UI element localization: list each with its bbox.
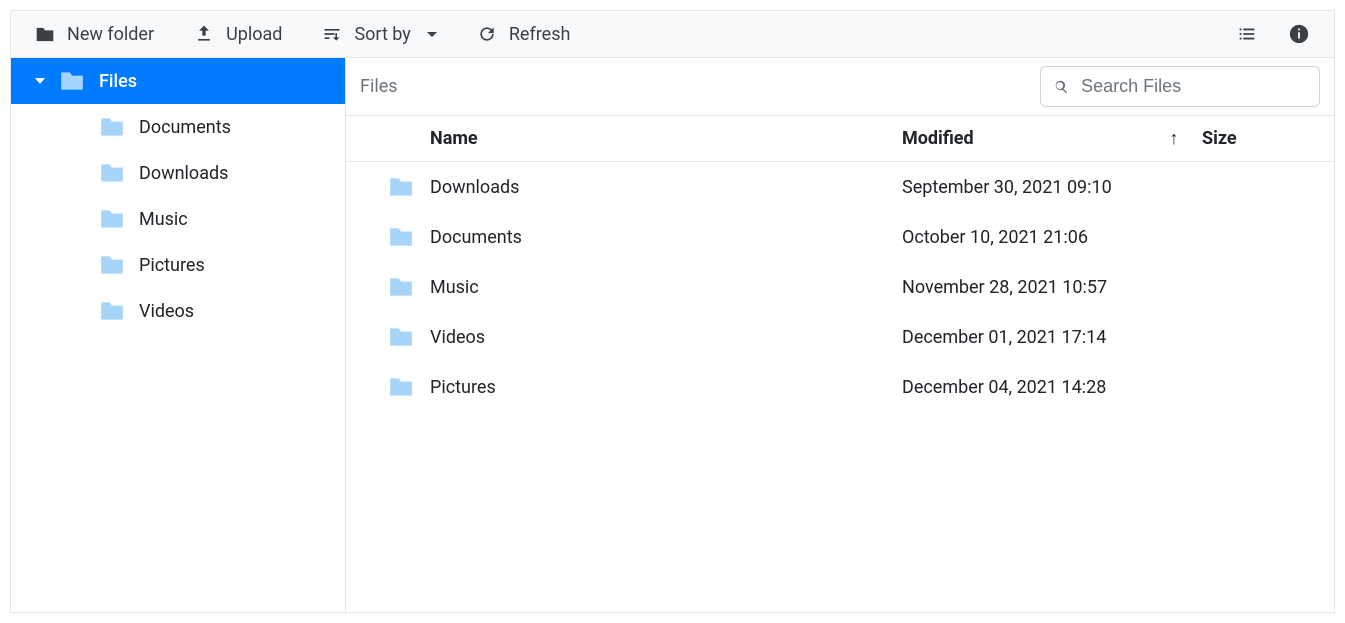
caret-down-icon — [35, 78, 45, 84]
refresh-label: Refresh — [509, 24, 571, 45]
column-name[interactable]: Name — [422, 116, 894, 162]
sort-by-label: Sort by — [354, 24, 410, 45]
toolbar: New folder Upload Sort by Refresh — [11, 11, 1334, 58]
folder-icon — [99, 254, 125, 276]
sidebar: Files Documents Downloads Music Pictures… — [11, 58, 346, 612]
folder-icon — [388, 376, 414, 398]
cell-modified: October 10, 2021 21:06 — [894, 212, 1154, 262]
upload-label: Upload — [226, 24, 282, 45]
tree-root-label: Files — [99, 71, 137, 92]
table-row[interactable]: Pictures December 04, 2021 14:28 — [346, 362, 1334, 412]
refresh-icon — [477, 24, 497, 44]
tree-item-label: Downloads — [139, 163, 228, 184]
table-row[interactable]: Music November 28, 2021 10:57 — [346, 262, 1334, 312]
cell-name: Music — [422, 262, 894, 312]
table-row[interactable]: Documents October 10, 2021 21:06 — [346, 212, 1334, 262]
arrow-up-icon: ↑ — [1170, 128, 1179, 149]
cell-name: Downloads — [422, 162, 894, 213]
column-size[interactable]: Size — [1194, 116, 1334, 162]
sort-icon — [322, 24, 342, 44]
cell-name: Documents — [422, 212, 894, 262]
folder-icon — [99, 162, 125, 184]
upload-button[interactable]: Upload — [194, 24, 282, 45]
search-box[interactable] — [1040, 66, 1320, 107]
sort-indicator[interactable]: ↑ — [1154, 116, 1194, 162]
table-row[interactable]: Downloads September 30, 2021 09:10 — [346, 162, 1334, 213]
info-button[interactable] — [1288, 23, 1310, 45]
breadcrumb[interactable]: Files — [360, 76, 1024, 97]
chevron-down-icon — [427, 32, 437, 37]
cell-size — [1194, 362, 1334, 412]
view-list-button[interactable] — [1236, 23, 1258, 45]
tree-item-label: Pictures — [139, 255, 205, 276]
folder-icon — [388, 326, 414, 348]
cell-name: Pictures — [422, 362, 894, 412]
cell-size — [1194, 312, 1334, 362]
tree-item-label: Music — [139, 209, 188, 230]
tree-item-downloads[interactable]: Downloads — [11, 150, 345, 196]
cell-modified: November 28, 2021 10:57 — [894, 262, 1154, 312]
tree-item-videos[interactable]: Videos — [11, 288, 345, 334]
folder-icon — [99, 208, 125, 230]
cell-modified: September 30, 2021 09:10 — [894, 162, 1154, 213]
tree-item-label: Documents — [139, 117, 231, 138]
search-icon — [1053, 78, 1069, 96]
file-manager: New folder Upload Sort by Refresh — [10, 10, 1335, 613]
folder-icon — [388, 226, 414, 248]
upload-icon — [194, 24, 214, 44]
file-table: Name Modified ↑ Size Downloads September… — [346, 116, 1334, 412]
folder-icon — [99, 116, 125, 138]
new-folder-label: New folder — [67, 24, 154, 45]
tree-root-files[interactable]: Files — [11, 58, 345, 104]
cell-modified: December 04, 2021 14:28 — [894, 362, 1154, 412]
cell-modified: December 01, 2021 17:14 — [894, 312, 1154, 362]
cell-size — [1194, 212, 1334, 262]
tree-item-label: Videos — [139, 301, 194, 322]
tree-item-documents[interactable]: Documents — [11, 104, 345, 150]
main-panel: Files Name Modified ↑ Size — [346, 58, 1334, 612]
folder-icon — [388, 276, 414, 298]
main-header: Files — [346, 58, 1334, 116]
tree-item-music[interactable]: Music — [11, 196, 345, 242]
new-folder-button[interactable]: New folder — [35, 24, 154, 45]
cell-name: Videos — [422, 312, 894, 362]
tree-item-pictures[interactable]: Pictures — [11, 242, 345, 288]
info-icon — [1288, 23, 1310, 45]
list-icon — [1236, 23, 1258, 45]
cell-size — [1194, 262, 1334, 312]
refresh-button[interactable]: Refresh — [477, 24, 571, 45]
search-input[interactable] — [1079, 75, 1307, 98]
folder-solid-icon — [35, 26, 55, 43]
cell-size — [1194, 162, 1334, 213]
folder-icon — [388, 176, 414, 198]
column-modified[interactable]: Modified — [894, 116, 1154, 162]
folder-icon — [59, 70, 85, 92]
table-row[interactable]: Videos December 01, 2021 17:14 — [346, 312, 1334, 362]
sort-by-button[interactable]: Sort by — [322, 24, 436, 45]
column-icon — [346, 116, 422, 162]
folder-icon — [99, 300, 125, 322]
